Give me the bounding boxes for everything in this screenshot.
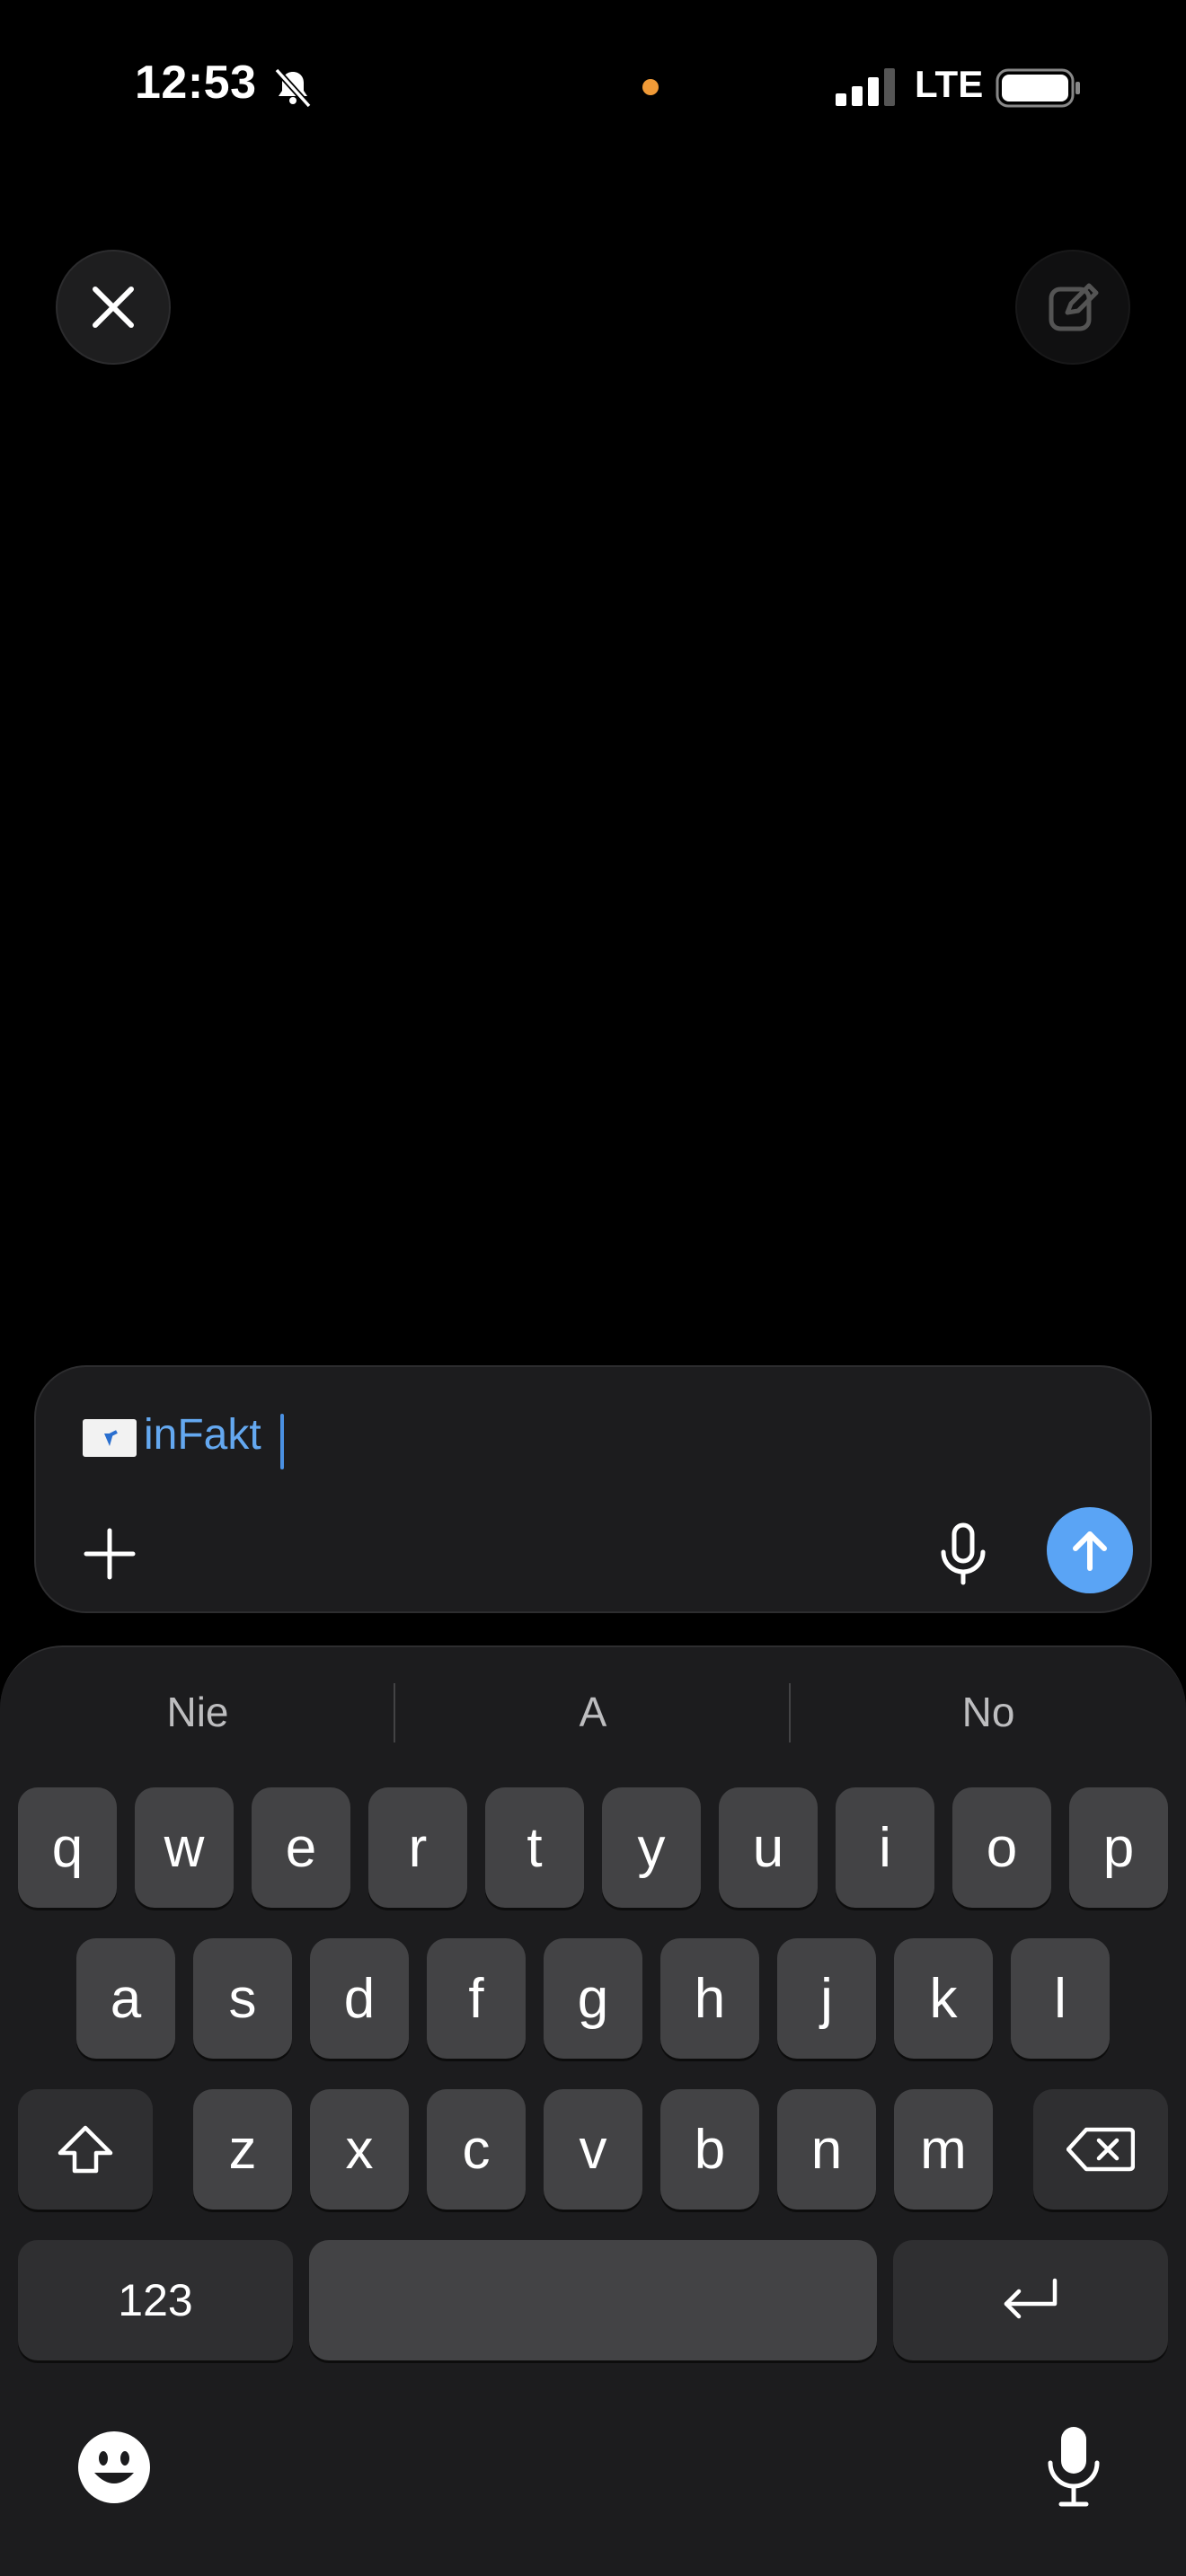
attach-button[interactable] bbox=[72, 1516, 147, 1592]
key-k[interactable]: k bbox=[894, 1938, 993, 2059]
key-d[interactable]: d bbox=[310, 1938, 409, 2059]
text-caret bbox=[280, 1414, 284, 1469]
suggestion-bar: Nie A No bbox=[0, 1674, 1186, 1750]
backspace-icon bbox=[1067, 2127, 1135, 2172]
key-v[interactable]: v bbox=[544, 2089, 642, 2210]
key-y[interactable]: y bbox=[602, 1787, 701, 1908]
voice-input-button[interactable] bbox=[925, 1516, 1001, 1592]
dictation-button[interactable] bbox=[1033, 2422, 1114, 2511]
suggestion-item[interactable]: Nie bbox=[0, 1674, 395, 1750]
return-key[interactable] bbox=[893, 2240, 1168, 2360]
return-icon bbox=[1004, 2278, 1058, 2319]
suggestion-item[interactable]: A bbox=[395, 1674, 791, 1750]
key-g[interactable]: g bbox=[544, 1938, 642, 2059]
key-w[interactable]: w bbox=[135, 1787, 234, 1908]
space-key[interactable] bbox=[309, 2240, 877, 2360]
backspace-key[interactable] bbox=[1033, 2089, 1168, 2210]
key-n[interactable]: n bbox=[777, 2089, 876, 2210]
emoji-icon bbox=[78, 2431, 150, 2503]
microphone-icon bbox=[1048, 2427, 1100, 2507]
close-icon bbox=[93, 287, 134, 328]
send-button[interactable] bbox=[1047, 1507, 1133, 1593]
key-f[interactable]: f bbox=[427, 1938, 526, 2059]
compose-button[interactable] bbox=[1015, 250, 1130, 365]
shift-key[interactable] bbox=[18, 2089, 153, 2210]
battery-icon bbox=[996, 68, 1080, 108]
key-i[interactable]: i bbox=[836, 1787, 934, 1908]
key-l[interactable]: l bbox=[1011, 1938, 1110, 2059]
infakt-logo-icon bbox=[83, 1419, 137, 1457]
close-button[interactable] bbox=[56, 250, 171, 365]
shift-icon bbox=[58, 2125, 113, 2174]
key-c[interactable]: c bbox=[427, 2089, 526, 2210]
arrow-up-icon bbox=[1073, 1531, 1107, 1571]
microphone-icon bbox=[941, 1522, 986, 1585]
key-p[interactable]: p bbox=[1069, 1787, 1168, 1908]
plus-icon bbox=[84, 1528, 136, 1580]
key-q[interactable]: q bbox=[18, 1787, 117, 1908]
status-bar: 12:53 LTE bbox=[0, 0, 1186, 180]
key-x[interactable]: x bbox=[310, 2089, 409, 2210]
network-type: LTE bbox=[915, 63, 984, 105]
key-h[interactable]: h bbox=[660, 1938, 759, 2059]
emoji-button[interactable] bbox=[74, 2427, 155, 2508]
silent-bell-icon bbox=[274, 67, 312, 109]
key-u[interactable]: u bbox=[719, 1787, 818, 1908]
suggestion-item[interactable]: No bbox=[791, 1674, 1186, 1750]
numbers-key[interactable]: 123 bbox=[18, 2240, 293, 2360]
signal-icon bbox=[836, 68, 895, 106]
mention-token[interactable]: inFakt bbox=[144, 1410, 261, 1460]
key-z[interactable]: z bbox=[193, 2089, 292, 2210]
key-b[interactable]: b bbox=[660, 2089, 759, 2210]
message-composer[interactable]: inFakt bbox=[34, 1365, 1152, 1613]
status-time: 12:53 bbox=[135, 57, 257, 109]
key-a[interactable]: a bbox=[76, 1938, 175, 2059]
recording-indicator bbox=[642, 79, 659, 95]
key-m[interactable]: m bbox=[894, 2089, 993, 2210]
key-t[interactable]: t bbox=[485, 1787, 584, 1908]
key-r[interactable]: r bbox=[368, 1787, 467, 1908]
key-s[interactable]: s bbox=[193, 1938, 292, 2059]
key-o[interactable]: o bbox=[952, 1787, 1051, 1908]
key-e[interactable]: e bbox=[252, 1787, 350, 1908]
compose-icon bbox=[1049, 283, 1099, 331]
keyboard: Nie A No q w e r t y u i o p a s d f g h… bbox=[0, 1645, 1186, 2576]
key-j[interactable]: j bbox=[777, 1938, 876, 2059]
